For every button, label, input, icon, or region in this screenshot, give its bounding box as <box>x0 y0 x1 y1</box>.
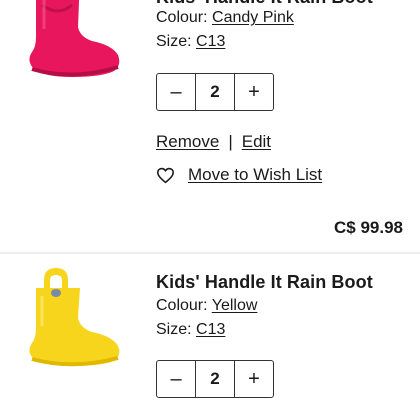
product-title[interactable]: Kids' Handle It Rain Boot <box>156 0 373 8</box>
decrement-button[interactable]: – <box>157 361 195 397</box>
remove-link[interactable]: Remove <box>156 132 219 152</box>
pink-rain-boot-image[interactable] <box>22 0 130 85</box>
size-value[interactable]: C13 <box>196 321 225 338</box>
product-size: Size: C13 <box>156 321 225 339</box>
increment-button[interactable]: + <box>235 74 273 110</box>
yellow-rain-boot-image[interactable] <box>22 266 130 374</box>
colour-value[interactable]: Candy Pink <box>212 9 294 26</box>
size-label: Size: <box>156 321 192 338</box>
item-price: C$ 99.98 <box>334 218 403 237</box>
product-colour: Colour: Candy Pink <box>156 9 294 27</box>
colour-value[interactable]: Yellow <box>212 297 258 314</box>
cart-item: Kids' Handle It Rain Boot Colour: Candy … <box>0 0 420 252</box>
move-to-wishlist-link[interactable]: Move to Wish List <box>188 165 322 185</box>
product-size: Size: C13 <box>156 33 225 51</box>
quantity-value[interactable]: 2 <box>195 361 235 397</box>
edit-link[interactable]: Edit <box>242 132 271 152</box>
action-separator: | <box>228 132 233 151</box>
colour-label: Colour: <box>156 297 208 314</box>
cart-item: Kids' Handle It Rain Boot Colour: Yellow… <box>0 254 420 420</box>
colour-label: Colour: <box>156 9 208 26</box>
size-label: Size: <box>156 33 192 50</box>
quantity-stepper: – 2 + <box>156 360 274 398</box>
shopping-bag-page: Kids' Handle It Rain Boot Colour: Candy … <box>0 0 420 420</box>
item-actions: Remove | Edit <box>156 132 271 152</box>
quantity-value[interactable]: 2 <box>195 74 235 110</box>
product-colour: Colour: Yellow <box>156 297 257 315</box>
size-value[interactable]: C13 <box>196 33 225 50</box>
decrement-button[interactable]: – <box>157 74 195 110</box>
heart-icon[interactable] <box>156 167 175 184</box>
product-title[interactable]: Kids' Handle It Rain Boot <box>156 272 373 293</box>
increment-button[interactable]: + <box>235 361 273 397</box>
move-to-wishlist[interactable]: Move to Wish List <box>156 165 322 185</box>
quantity-stepper: – 2 + <box>156 73 274 111</box>
